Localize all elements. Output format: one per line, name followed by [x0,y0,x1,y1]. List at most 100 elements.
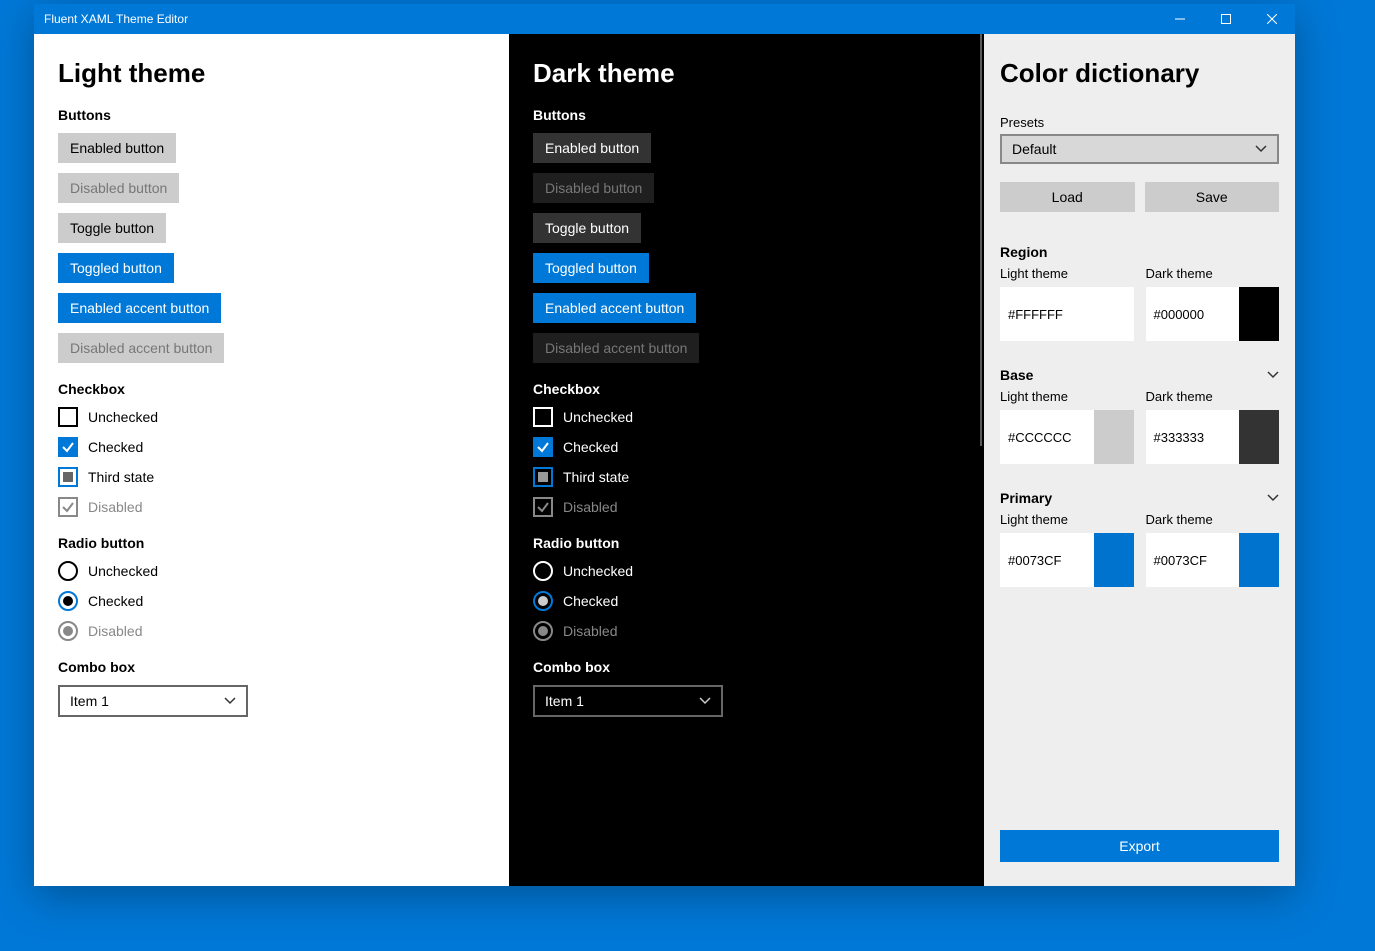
checkbox-label: Unchecked [563,409,633,425]
dark-checkbox-heading: Checkbox [533,381,960,397]
light-radio-disabled: Disabled [58,621,485,641]
radio-disabled-icon [533,621,553,641]
hex-value: #0073CF [1008,553,1061,568]
dark-accent-button[interactable]: Enabled accent button [533,293,696,323]
checkbox-indeterminate-icon [533,467,553,487]
radio-label: Disabled [88,623,142,639]
color-chip [1239,533,1279,587]
swatch-label: Dark theme [1146,266,1280,281]
minimize-icon [1175,14,1185,24]
combo-value: Item 1 [70,693,109,709]
color-chip [1094,410,1134,464]
radio-icon [533,561,553,581]
light-buttons-heading: Buttons [58,107,485,123]
checkbox-label: Third state [88,469,154,485]
section-label: Base [1000,367,1033,383]
light-toggled-button[interactable]: Toggled button [58,253,174,283]
light-panel: Light theme Buttons Enabled button Disab… [34,34,509,886]
light-disabled-button: Disabled button [58,173,179,203]
checkbox-icon [58,407,78,427]
light-checkbox-heading: Checkbox [58,381,485,397]
minimize-button[interactable] [1157,4,1203,34]
light-accent-button[interactable]: Enabled accent button [58,293,221,323]
color-chip [1239,287,1279,341]
light-enabled-button[interactable]: Enabled button [58,133,176,163]
dark-checkbox-third[interactable]: Third state [533,467,960,487]
dark-checkbox-disabled: Disabled [533,497,960,517]
light-radio-heading: Radio button [58,535,485,551]
dark-radio-heading: Radio button [533,535,960,551]
combo-value: Item 1 [545,693,584,709]
chevron-down-icon [1255,143,1267,155]
region-dark-swatch[interactable]: #000000 [1146,287,1280,341]
hex-value: #CCCCCC [1008,430,1072,445]
scrollbar[interactable] [980,34,982,446]
light-heading: Light theme [58,58,485,89]
color-dictionary-heading: Color dictionary [1000,58,1279,89]
checkbox-label: Checked [88,439,143,455]
dark-checkbox-checked[interactable]: Checked [533,437,960,457]
hex-value: #000000 [1154,307,1205,322]
radio-checked-icon [533,591,553,611]
color-chip [1094,287,1134,341]
base-section[interactable]: Base [1000,367,1279,383]
swatch-label: Light theme [1000,266,1134,281]
region-light-swatch[interactable]: #FFFFFF [1000,287,1134,341]
light-radio-unchecked[interactable]: Unchecked [58,561,485,581]
dark-buttons-heading: Buttons [533,107,960,123]
light-checkbox-checked[interactable]: Checked [58,437,485,457]
radio-icon [58,561,78,581]
dark-toggled-button[interactable]: Toggled button [533,253,649,283]
checkbox-indeterminate-icon [58,467,78,487]
dark-accent-disabled-button: Disabled accent button [533,333,699,363]
base-dark-swatch[interactable]: #333333 [1146,410,1280,464]
hex-value: #333333 [1154,430,1205,445]
light-combo[interactable]: Item 1 [58,685,248,717]
window-title: Fluent XAML Theme Editor [44,12,188,26]
load-button[interactable]: Load [1000,182,1135,212]
dark-combo[interactable]: Item 1 [533,685,723,717]
color-dictionary-panel: Color dictionary Presets Default Load Sa… [984,34,1295,886]
preset-dropdown[interactable]: Default [1000,134,1279,164]
radio-disabled-icon [58,621,78,641]
checkbox-label: Unchecked [88,409,158,425]
export-button[interactable]: Export [1000,830,1279,862]
radio-label: Unchecked [88,563,158,579]
base-light-swatch[interactable]: #CCCCCC [1000,410,1134,464]
dark-enabled-button[interactable]: Enabled button [533,133,651,163]
maximize-button[interactable] [1203,4,1249,34]
dark-radio-unchecked[interactable]: Unchecked [533,561,960,581]
light-checkbox-disabled: Disabled [58,497,485,517]
checkbox-checked-icon [58,437,78,457]
dark-panel: Dark theme Buttons Enabled button Disabl… [509,34,984,886]
primary-section[interactable]: Primary [1000,490,1279,506]
presets-label: Presets [1000,115,1279,130]
color-chip [1239,410,1279,464]
dark-radio-checked[interactable]: Checked [533,591,960,611]
light-toggle-button[interactable]: Toggle button [58,213,166,243]
radio-label: Disabled [563,623,617,639]
app-window: Fluent XAML Theme Editor Light theme But… [34,4,1295,886]
dark-toggle-button[interactable]: Toggle button [533,213,641,243]
primary-light-swatch[interactable]: #0073CF [1000,533,1134,587]
chevron-down-icon [224,695,236,707]
close-button[interactable] [1249,4,1295,34]
save-button[interactable]: Save [1145,182,1280,212]
light-checkbox-third[interactable]: Third state [58,467,485,487]
hex-value: #FFFFFF [1008,307,1063,322]
dark-disabled-button: Disabled button [533,173,654,203]
checkbox-label: Checked [563,439,618,455]
dark-checkbox-unchecked[interactable]: Unchecked [533,407,960,427]
hex-value: #0073CF [1154,553,1207,568]
color-chip [1094,533,1134,587]
checkbox-label: Disabled [88,499,142,515]
checkbox-checked-icon [533,437,553,457]
checkbox-disabled-icon [58,497,78,517]
checkbox-icon [533,407,553,427]
chevron-down-icon [699,695,711,707]
light-radio-checked[interactable]: Checked [58,591,485,611]
swatch-label: Light theme [1000,389,1134,404]
close-icon [1267,14,1277,24]
light-checkbox-unchecked[interactable]: Unchecked [58,407,485,427]
primary-dark-swatch[interactable]: #0073CF [1146,533,1280,587]
